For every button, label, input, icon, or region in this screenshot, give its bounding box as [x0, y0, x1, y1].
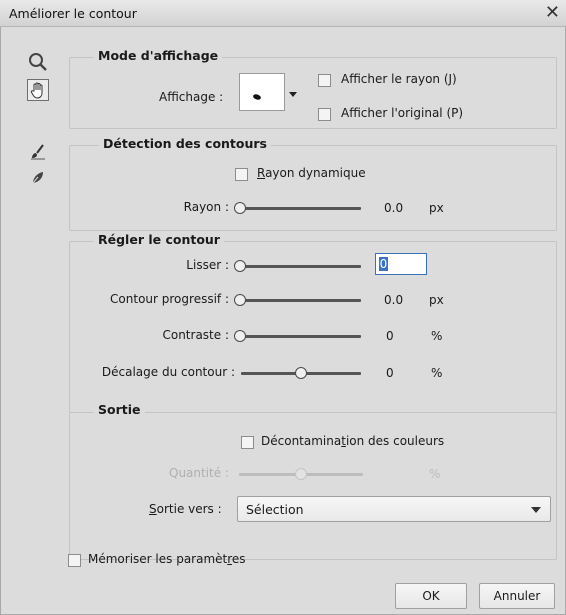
smooth-input[interactable]: 0 — [375, 253, 427, 275]
radius-slider-thumb[interactable] — [234, 202, 246, 214]
refine-edge-dialog: Mode d'affichage Affichage : Afficher le… — [0, 27, 566, 615]
radius-slider-track[interactable] — [235, 207, 361, 210]
edge-detection-section — [69, 145, 557, 231]
ok-button[interactable]: OK — [395, 583, 467, 609]
decontaminate-label: Décontamination des couleurs — [261, 434, 445, 448]
shift-edge-label: Décalage du contour : — [101, 365, 235, 379]
smart-radius-checkbox[interactable] — [235, 168, 248, 181]
feather-unit: px — [429, 293, 444, 307]
shift-edge-value: 0 — [386, 366, 394, 380]
show-radius-checkbox[interactable] — [318, 74, 331, 87]
output-to-label: Sortie vers : — [149, 502, 222, 516]
shift-edge-unit: % — [431, 366, 443, 380]
output-to-select[interactable]: Sélection — [237, 496, 551, 522]
cancel-button[interactable]: Annuler — [479, 583, 555, 609]
show-original-label: Afficher l'original (P) — [341, 106, 464, 120]
radius-unit: px — [429, 201, 444, 215]
magnifier-icon — [29, 53, 47, 71]
smooth-input-value: 0 — [379, 257, 388, 271]
display-mode-section — [69, 57, 557, 129]
view-mode-dropdown-icon[interactable] — [289, 92, 297, 97]
smooth-slider-track[interactable] — [235, 265, 361, 268]
view-label: Affichage : — [159, 90, 224, 104]
feather-label: Contour progressif : — [110, 292, 229, 306]
brush-icon — [31, 144, 45, 160]
hand-tool-button[interactable] — [27, 79, 49, 101]
close-icon[interactable]: ✕ — [545, 2, 560, 23]
shift-edge-slider-thumb[interactable] — [295, 367, 307, 379]
chevron-down-icon — [531, 507, 541, 513]
show-original-checkbox[interactable] — [318, 108, 331, 121]
smooth-label: Lisser : — [186, 258, 229, 272]
display-mode-title: Mode d'affichage — [94, 48, 223, 63]
contrast-unit: % — [431, 329, 443, 343]
contrast-value: 0 — [386, 329, 394, 343]
show-radius-label: Afficher le rayon (J) — [341, 72, 457, 86]
zoom-tool-button[interactable] — [27, 51, 49, 73]
remember-settings-label: Mémoriser les paramètres — [88, 552, 246, 566]
feather-value: 0.0 — [384, 293, 404, 307]
eraser-brush-icon — [32, 172, 43, 184]
refine-radius-tool-button[interactable] — [27, 141, 49, 163]
output-to-value: Sélection — [246, 502, 304, 517]
amount-unit: % — [429, 467, 441, 481]
title-bar: Améliorer le contour ✕ — [0, 0, 566, 27]
adjust-edge-title: Régler le contour — [94, 232, 224, 247]
smooth-slider-thumb[interactable] — [234, 260, 246, 272]
window-title: Améliorer le contour — [9, 6, 137, 21]
amount-label: Quantité : — [169, 466, 229, 480]
contrast-slider-thumb[interactable] — [234, 330, 246, 342]
erase-refinements-tool-button[interactable] — [27, 167, 49, 189]
smart-radius-label: Rayon dynamique — [257, 166, 366, 180]
view-mode-preview[interactable] — [239, 73, 285, 111]
contrast-label: Contraste : — [162, 328, 229, 342]
hand-icon — [30, 82, 43, 99]
amount-slider-thumb[interactable] — [295, 468, 307, 480]
feather-slider-track[interactable] — [235, 299, 361, 302]
feather-slider-thumb[interactable] — [234, 294, 246, 306]
decontaminate-checkbox[interactable] — [241, 436, 254, 449]
radius-value: 0.0 — [384, 201, 404, 215]
remember-settings-checkbox[interactable] — [68, 554, 81, 567]
contrast-slider-track[interactable] — [235, 335, 361, 338]
edge-detection-title: Détection des contours — [99, 136, 271, 151]
output-title: Sortie — [94, 402, 145, 417]
view-thumbnail-icon — [253, 94, 261, 100]
radius-label: Rayon : — [183, 200, 229, 214]
